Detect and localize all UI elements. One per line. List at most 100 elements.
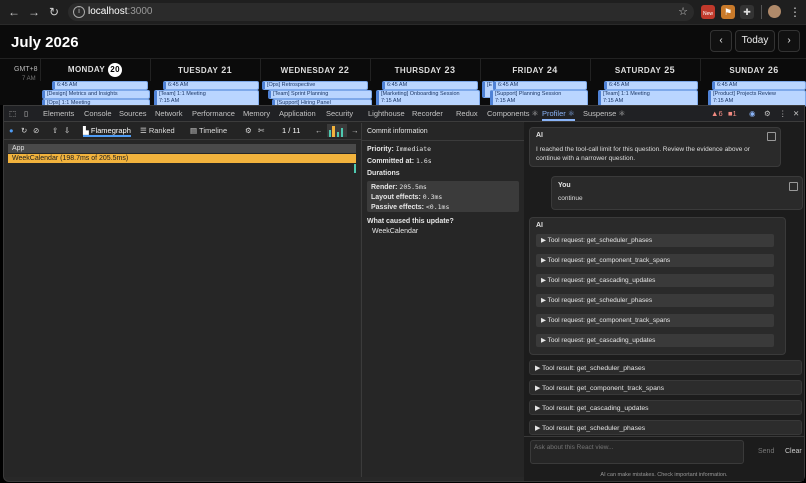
url-text: localhost:3000: [88, 6, 153, 17]
copy-icon[interactable]: [767, 132, 776, 141]
chat-input[interactable]: [530, 440, 744, 464]
extension-new-icon[interactable]: New: [701, 5, 715, 19]
filter-icon[interactable]: ✄: [258, 124, 264, 137]
error-count[interactable]: ■1: [728, 106, 737, 121]
profile-avatar[interactable]: [768, 5, 781, 18]
prev-week-button[interactable]: ‹: [710, 30, 732, 52]
commit-bar[interactable]: [332, 126, 335, 137]
download-icon[interactable]: ⇩: [64, 124, 70, 137]
tab-lighthouse[interactable]: Lighthouse: [368, 106, 405, 121]
flame-row-child[interactable]: [354, 164, 356, 173]
record-icon[interactable]: ●: [9, 124, 14, 137]
flame-row-app[interactable]: App: [8, 144, 356, 153]
devtools-more-icon[interactable]: ⋮: [779, 106, 787, 121]
calendar-app: July 2026 ‹ Today › GMT+8 7 AM MONDAY 20 …: [0, 25, 806, 107]
today-button[interactable]: Today: [735, 30, 775, 52]
tab-security[interactable]: Security: [326, 106, 353, 121]
forward-icon[interactable]: →: [26, 4, 42, 20]
disclaimer: AI can make mistakes. Check important in…: [600, 472, 728, 478]
tool-request[interactable]: ▶ Tool request: get_component_track_span…: [536, 254, 774, 267]
tool-request[interactable]: ▶ Tool request: get_scheduler_phases: [536, 294, 774, 307]
device-toolbar-icon[interactable]: ▯: [24, 106, 28, 121]
user-message-card: You continue: [551, 176, 803, 210]
address-bar[interactable]: i localhost:3000 ☆: [68, 3, 694, 21]
tool-request[interactable]: ▶ Tool request: get_component_track_span…: [536, 314, 774, 327]
calendar-event[interactable]: 6:45 AM: [604, 81, 698, 90]
reload-icon[interactable]: ↻: [46, 4, 62, 20]
reload-profile-icon[interactable]: ↻: [21, 124, 27, 137]
tab-profiler[interactable]: Profiler ⚛: [542, 106, 575, 121]
tab-elements[interactable]: Elements: [43, 106, 74, 121]
calendar-event[interactable]: [Design] Metrics and Insights: [42, 90, 150, 99]
timeline-icon: ▤: [190, 126, 200, 135]
tool-request[interactable]: ▶ Tool request: get_cascading_updates: [536, 334, 774, 347]
calendar-event[interactable]: 6:45 AM: [382, 81, 478, 90]
ranked-icon: ☰: [140, 126, 149, 135]
flame-row-weekcalendar[interactable]: WeekCalendar (198.7ms of 205.5ms): [8, 154, 356, 163]
ai-label: AI: [536, 222, 543, 229]
tab-network[interactable]: Network: [155, 106, 183, 121]
user-message-text: continue: [558, 195, 583, 202]
tab-sources[interactable]: Sources: [119, 106, 147, 121]
prev-commit-icon[interactable]: ←: [315, 124, 323, 137]
calendar-event[interactable]: [Team] Sprint Planning: [268, 90, 372, 99]
copy-icon[interactable]: [789, 182, 798, 191]
commit-bar[interactable]: [337, 132, 339, 137]
settings-gear-icon[interactable]: ⚙: [764, 106, 771, 121]
upload-icon[interactable]: ⇧: [52, 124, 58, 137]
back-icon[interactable]: ←: [6, 4, 22, 20]
tool-request[interactable]: ▶ Tool request: get_cascading_updates: [536, 274, 774, 287]
tab-console[interactable]: Console: [84, 106, 112, 121]
tab-ranked[interactable]: ☰ Ranked: [140, 124, 175, 137]
next-commit-icon[interactable]: →: [351, 124, 359, 137]
calendar-event[interactable]: 6:45 AM: [52, 81, 148, 90]
tab-flamegraph[interactable]: ▙ Flamegraph: [83, 124, 131, 137]
devtools-tab-bar: ⬚ ▯ Elements Console Sources Network Per…: [4, 106, 804, 122]
calendar-event[interactable]: [Ops] Retrospective: [262, 81, 368, 90]
send-button[interactable]: Send: [758, 448, 774, 455]
tab-timeline[interactable]: ▤ Timeline: [190, 124, 227, 137]
update-cause-component[interactable]: WeekCalendar: [372, 228, 418, 235]
day-header-saturday: SATURDAY 25: [590, 59, 699, 81]
tab-application[interactable]: Application: [279, 106, 316, 121]
inspect-element-icon[interactable]: ⬚: [9, 106, 16, 121]
month-title: July 2026: [11, 34, 79, 51]
tab-recorder[interactable]: Recorder: [412, 106, 443, 121]
extensions-puzzle-icon[interactable]: ✚: [740, 5, 754, 19]
tab-redux[interactable]: Redux: [456, 106, 478, 121]
day-header-sunday: SUNDAY 26: [700, 59, 806, 81]
tool-result[interactable]: ▶ Tool result: get_component_track_spans: [529, 380, 802, 395]
more-menu-icon[interactable]: ⋮: [787, 4, 803, 20]
bookmark-star-icon[interactable]: ☆: [678, 5, 688, 18]
close-icon[interactable]: ✕: [793, 106, 799, 121]
tab-components[interactable]: Components ⚛: [487, 106, 538, 121]
commit-bar-chart[interactable]: [327, 124, 347, 137]
commit-bar[interactable]: [329, 130, 331, 137]
clear-profile-icon[interactable]: ⊘: [33, 124, 39, 137]
site-info-icon[interactable]: i: [73, 6, 85, 18]
tab-performance[interactable]: Performance: [192, 106, 235, 121]
week-header: MONDAY 20 TUESDAY 21 WEDNESDAY 22 THURSDAY 2…: [0, 58, 806, 81]
divider: [362, 140, 524, 141]
clear-button[interactable]: Clear: [785, 448, 802, 455]
day-header-thursday: THURSDAY 23: [370, 59, 479, 81]
commit-bar[interactable]: [341, 128, 343, 137]
tool-result[interactable]: ▶ Tool result: get_cascading_updates: [529, 400, 802, 415]
durations-box: Render: 205.5ms Layout effects: 0.3ms Pa…: [367, 181, 519, 212]
calendar-event[interactable]: 6:45 AM: [712, 81, 806, 90]
extension-icon[interactable]: ⚑: [721, 5, 735, 19]
tab-suspense[interactable]: Suspense ⚛: [583, 106, 625, 121]
ai-message-card: AI I reached the tool-call limit for thi…: [529, 127, 781, 167]
tool-result[interactable]: ▶ Tool result: get_scheduler_phases: [529, 420, 802, 435]
calendar-event[interactable]: 6:45 AM: [163, 81, 259, 90]
profiler-settings-icon[interactable]: ⚙: [245, 124, 252, 137]
tool-result[interactable]: ▶ Tool result: get_scheduler_phases: [529, 360, 802, 375]
tab-memory[interactable]: Memory: [243, 106, 270, 121]
next-week-button[interactable]: ›: [778, 30, 800, 52]
calendar-event[interactable]: 6:45 AM: [493, 81, 587, 90]
ai-message-text: I reached the tool-call limit for this q…: [536, 146, 750, 162]
warning-count[interactable]: ▲6: [711, 106, 723, 121]
ai-assistant-icon[interactable]: ◉: [749, 106, 756, 121]
tool-request[interactable]: ▶ Tool request: get_scheduler_phases: [536, 234, 774, 247]
commit-information-panel: Commit information Priority: Immediate C…: [361, 123, 525, 477]
